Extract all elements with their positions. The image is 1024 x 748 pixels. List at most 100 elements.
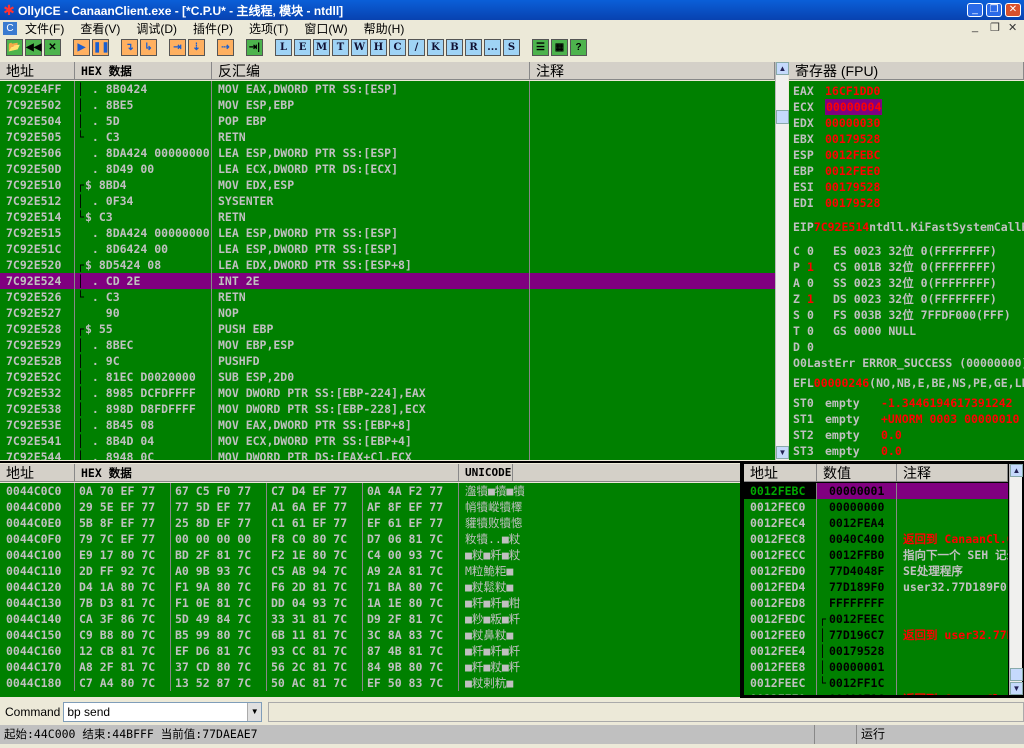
col-unicode[interactable]: UNICODE (459, 464, 513, 481)
menu-item[interactable]: 查看(V) (72, 20, 128, 37)
toolbar-button[interactable]: ? (570, 39, 587, 56)
register-row[interactable]: ST0 empty -1.3446194617391242 (789, 395, 1024, 411)
window-button-4[interactable]: W (351, 39, 368, 56)
disasm-row[interactable]: 7C92E510 ┌ $ 8BD4 MOV EDX,ESP (0, 177, 775, 193)
register-row[interactable]: EDI 00179528 (789, 195, 1024, 211)
stack-row[interactable]: 0012FECC 0012FFB0 指向下一个 SEH 记录的指针 (744, 547, 1008, 563)
stack-row[interactable]: 0012FEC8 0040C400 返回到 CanaanCl.0040C400 (744, 531, 1008, 547)
window-button-3[interactable]: T (332, 39, 349, 56)
disasm-row[interactable]: 7C92E538 │ . 898D D8FDFFFF MOV DWORD PTR S… (0, 401, 775, 417)
dump-row[interactable]: 0044C100 E9 17 80 7C BD 2F 81 7C F2 1E 80 7… (0, 547, 740, 563)
window-button-12[interactable]: S (503, 39, 520, 56)
flag-value[interactable]: 0 (807, 243, 833, 259)
dump-row[interactable]: 0044C0F0 79 7C EF 77 00 00 00 00 F8 C0 80 7… (0, 531, 740, 547)
dump-row[interactable]: 0044C180 C7 A4 80 7C 13 52 87 7C 50 AC 81 7… (0, 675, 740, 691)
register-value[interactable]: 00179528 (825, 179, 880, 195)
toolbar-button[interactable]: ☰ (532, 39, 549, 56)
toolbar-button[interactable]: 📂 (6, 39, 23, 56)
registers-title[interactable]: 寄存器 (FPU) (789, 62, 1024, 79)
fpu-value[interactable]: 0.0 (881, 443, 902, 459)
stack-row[interactable]: 0012FEEC └ 0012FF1C (744, 675, 1008, 691)
dump-row[interactable]: 0044C140 CA 3F 86 7C 5D 49 84 7C 33 31 81 7… (0, 611, 740, 627)
window-button-0[interactable]: L (275, 39, 292, 56)
window-button-8[interactable]: K (427, 39, 444, 56)
dump-row[interactable]: 0044C150 C9 B8 80 7C B5 99 80 7C 6B 11 81 7… (0, 627, 740, 643)
dump-pane[interactable]: 0044C0C0 0A 70 EF 77 67 C5 F0 77 C7 D4 EF 7… (0, 483, 740, 697)
disasm-row[interactable]: 7C92E505 └ . C3 RETN (0, 129, 775, 145)
window-button-6[interactable]: C (389, 39, 406, 56)
close-button[interactable]: ✕ (1005, 3, 1021, 17)
disasm-row[interactable]: 7C92E502 │ . 8BE5 MOV ESP,EBP (0, 97, 775, 113)
registers-pane[interactable]: EAX 16CF1DD0 ECX 00000004 EDX 00000030 EBX 0017… (789, 81, 1024, 460)
scroll-down-button[interactable]: ▼ (776, 446, 789, 459)
chevron-down-icon[interactable]: ▼ (247, 703, 262, 721)
toolbar-button[interactable]: ⇣ (188, 39, 205, 56)
register-row[interactable]: ST2 empty 0.0 (789, 427, 1024, 443)
window-button-2[interactable]: M (313, 39, 330, 56)
register-row[interactable]: T 0 GS 0000 NULL (789, 323, 1024, 339)
toolbar-button[interactable]: ⇥ (169, 39, 186, 56)
col-hex[interactable]: HEX 数据 (75, 62, 212, 79)
register-row[interactable]: EDX 00000030 (789, 115, 1024, 131)
dump-row[interactable]: 0044C0C0 0A 70 EF 77 67 C5 F0 77 C7 D4 EF 7… (0, 483, 740, 499)
col-address[interactable]: 地址 (0, 62, 75, 79)
scroll-thumb[interactable] (1010, 668, 1023, 681)
col-address[interactable]: 地址 (0, 464, 75, 481)
scroll-thumb[interactable] (776, 110, 789, 124)
window-button-9[interactable]: B (446, 39, 463, 56)
flag-value[interactable]: 0 (807, 275, 833, 291)
disasm-row[interactable]: 7C92E4FF │ . 8B0424 MOV EAX,DWORD PTR SS:[… (0, 81, 775, 97)
register-row[interactable]: A 0 SS 0023 32位 0(FFFFFFFF) (789, 275, 1024, 291)
flag-value[interactable]: 1 (807, 291, 833, 307)
dump-row[interactable]: 0044C0D0 29 5E EF 77 77 5D EF 77 A1 6A EF 7… (0, 499, 740, 515)
col-comment[interactable]: 注释 (530, 62, 775, 79)
register-value[interactable]: 00000246 (814, 375, 869, 391)
register-row[interactable]: ST3 empty 0.0 (789, 443, 1024, 459)
scroll-up-button[interactable]: ▲ (1010, 464, 1023, 477)
menu-item[interactable]: 选项(T) (241, 20, 296, 37)
disasm-row[interactable]: 7C92E541 │ . 8B4D 04 MOV ECX,DWORD PTR SS:… (0, 433, 775, 449)
col-hex[interactable]: HEX 数据 (75, 464, 459, 481)
register-value[interactable]: 0012FEE0 (825, 163, 880, 179)
disasm-row[interactable]: 7C92E506 . 8DA424 00000000 LEA ESP,DWORD … (0, 145, 775, 161)
maximize-button[interactable]: ❐ (986, 3, 1002, 17)
toolbar-button[interactable]: ↴ (121, 39, 138, 56)
dump-row[interactable]: 0044C170 A8 2F 81 7C 37 CD 80 7C 56 2C 81 7… (0, 659, 740, 675)
disasm-row[interactable]: 7C92E50D . 8D49 00 LEA ECX,DWORD PTR DS:[… (0, 161, 775, 177)
stack-row[interactable]: 0012FEDC ┌ 0012FEEC (744, 611, 1008, 627)
toolbar-button[interactable]: ◀◀ (25, 39, 42, 56)
disasm-row[interactable]: 7C92E532 │ . 8985 DCFDFFFF MOV DWORD PTR S… (0, 385, 775, 401)
command-input[interactable]: bp send (64, 703, 247, 721)
stack-row[interactable]: 0012FED4 77D189F0 user32.77D189F0 (744, 579, 1008, 595)
register-row[interactable]: EBP 0012FEE0 (789, 163, 1024, 179)
menu-item[interactable]: 插件(P) (185, 20, 241, 37)
register-row[interactable]: Z 1 DS 0023 32位 0(FFFFFFFF) (789, 291, 1024, 307)
disasm-row[interactable]: 7C92E515 . 8DA424 00000000 LEA ESP,DWORD … (0, 225, 775, 241)
register-row[interactable]: ESP 0012FEBC (789, 147, 1024, 163)
stack-row[interactable]: 0012FEE0│77D196C7 返回到 user32.77D196C7 (744, 627, 1008, 643)
disasm-row[interactable]: 7C92E514 └ $ C3 RETN (0, 209, 775, 225)
disasm-scrollbar[interactable]: ▲ ▼ (775, 62, 789, 460)
stack-row[interactable]: 0012FEF0┌00408716返回到 CanaanCl.00408716 (744, 691, 1008, 695)
fpu-value[interactable]: -1.3446194617391242 (881, 395, 1013, 411)
menu-item[interactable]: 帮助(H) (356, 20, 413, 37)
mdi-minimize-button[interactable]: _ (972, 21, 978, 33)
toolbar-button[interactable]: ▦ (551, 39, 568, 56)
toolbar-button[interactable]: ▶ (73, 39, 90, 56)
menu-item[interactable]: 调试(D) (128, 20, 185, 37)
toolbar-button[interactable]: ↳ (140, 39, 157, 56)
menu-item[interactable]: 文件(F) (17, 20, 72, 37)
minimize-button[interactable]: _ (967, 3, 983, 17)
dump-row[interactable]: 0044C110 2D FF 92 7C A0 9B 93 7C C5 AB 94 7… (0, 563, 740, 579)
fpu-value[interactable]: 0.0 (881, 427, 902, 443)
register-row[interactable]: ESI 00179528 (789, 179, 1024, 195)
toolbar-button[interactable]: ⇥| (246, 39, 263, 56)
stack-scrollbar[interactable]: ▲ ▼ (1009, 464, 1023, 695)
mdi-close-button[interactable]: ✕ (1008, 21, 1017, 34)
register-value[interactable]: 00179528 (825, 195, 880, 211)
scroll-up-button[interactable]: ▲ (776, 62, 789, 75)
dump-row[interactable]: 0044C160 12 CB 81 7C EF D6 81 7C 93 CC 81 7… (0, 643, 740, 659)
register-row[interactable]: D0 (789, 339, 1024, 355)
dump-row[interactable]: 0044C130 7B D3 81 7C F1 0E 81 7C DD 04 93 7… (0, 595, 740, 611)
toolbar-button[interactable]: ❚❚ (92, 39, 110, 56)
